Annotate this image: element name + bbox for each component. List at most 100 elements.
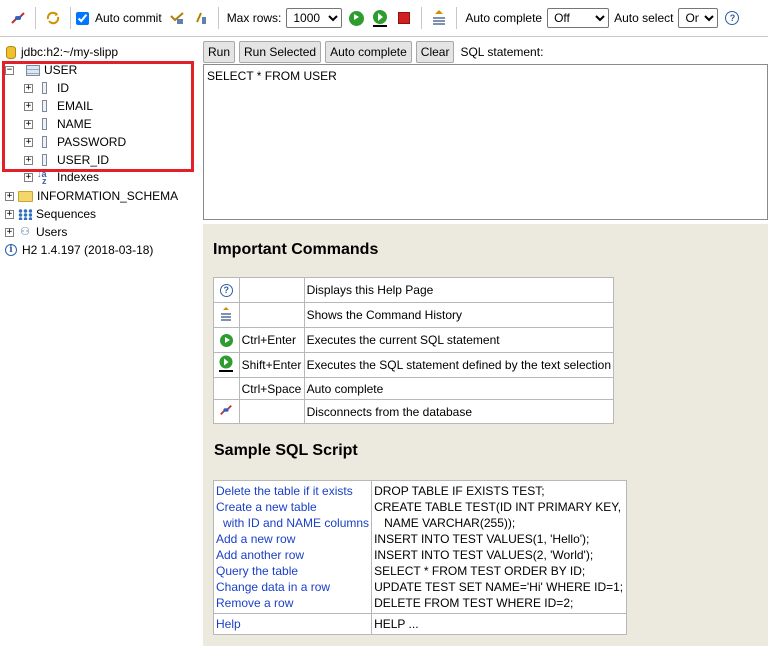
toolbar-divider xyxy=(456,7,458,29)
column-icon xyxy=(42,82,47,94)
version-label: H2 1.4.197 (2018-03-18) xyxy=(22,243,154,257)
users-icon: ⚇ xyxy=(20,225,30,238)
commit-icon[interactable] xyxy=(167,8,187,28)
run-selected-icon xyxy=(213,352,240,378)
schema-tree: jdbc:h2:~/my-slipp − USER + ID + EMAIL +… xyxy=(0,37,200,646)
info-icon: i xyxy=(5,244,17,256)
tree-schema[interactable]: + INFORMATION_SCHEMA xyxy=(5,187,178,205)
auto-select-select[interactable]: On xyxy=(678,8,719,28)
sample-link[interactable]: Add a new row xyxy=(216,531,369,547)
tree-sequences[interactable]: + Sequences xyxy=(5,205,96,223)
tree-column[interactable]: + USER_ID xyxy=(24,151,109,169)
auto-complete-button[interactable]: Auto complete xyxy=(325,41,412,63)
sample-link[interactable]: Remove a row xyxy=(216,595,369,611)
expand-icon[interactable]: + xyxy=(24,155,33,165)
expand-icon[interactable]: + xyxy=(24,83,33,93)
table-icon xyxy=(26,64,40,76)
sample-link[interactable]: Delete the table if it exists xyxy=(216,483,369,499)
sample-sql: DROP TABLE IF EXISTS TEST; CREATE TABLE … xyxy=(371,480,627,614)
run-button[interactable]: Run xyxy=(203,41,236,63)
command-desc: Executes the SQL statement defined by th… xyxy=(303,352,615,378)
run-selected-button[interactable]: Run Selected xyxy=(239,41,322,63)
tree-column[interactable]: + NAME xyxy=(24,115,92,133)
sql-line: NAME VARCHAR(255)); xyxy=(384,516,516,530)
command-desc: Auto complete xyxy=(303,377,615,400)
sql-editor[interactable]: SELECT * FROM USER xyxy=(203,64,768,220)
tree-column[interactable]: + EMAIL xyxy=(24,97,93,115)
history-icon[interactable] xyxy=(429,8,449,28)
expand-icon[interactable]: + xyxy=(24,137,33,147)
schema-label: INFORMATION_SCHEMA xyxy=(37,189,179,203)
tree-indexes[interactable]: + ↓a z Indexes xyxy=(24,168,99,186)
disconnect-icon xyxy=(213,399,240,424)
tree-users[interactable]: + ⚇ Users xyxy=(5,223,67,241)
collapse-icon[interactable]: − xyxy=(5,65,14,75)
command-key: Ctrl+Enter xyxy=(238,327,305,353)
column-icon xyxy=(42,100,47,112)
sql-button-bar: Run Run Selected Auto complete Clear SQL… xyxy=(203,41,543,63)
column-name: USER_ID xyxy=(57,153,110,167)
sql-statement-label: SQL statement: xyxy=(460,45,544,59)
help-sql: HELP ... xyxy=(371,613,627,635)
tree-column[interactable]: + ID xyxy=(24,79,69,97)
users-label: Users xyxy=(36,225,68,239)
sql-line: CREATE TABLE TEST(ID INT PRIMARY KEY, xyxy=(374,500,622,514)
help-panel: Important Commands ? Displays this Help … xyxy=(203,224,768,646)
help-link-cell: Help xyxy=(212,613,373,635)
clear-button[interactable]: Clear xyxy=(415,41,455,63)
sql-line: UPDATE TEST SET NAME='Hi' WHERE ID=1; xyxy=(374,580,624,594)
help-link[interactable]: Help xyxy=(216,616,369,632)
tree-connection[interactable]: jdbc:h2:~/my-slipp xyxy=(6,43,118,61)
sample-table: Delete the table if it exists Create a n… xyxy=(212,480,627,635)
expand-icon[interactable]: + xyxy=(5,209,14,219)
column-name: PASSWORD xyxy=(57,135,127,149)
max-rows-select[interactable]: 1000 xyxy=(286,8,343,28)
sample-link[interactable]: Create a new table xyxy=(216,499,369,515)
command-key: Shift+Enter xyxy=(238,352,305,378)
sample-links: Delete the table if it exists Create a n… xyxy=(212,480,373,614)
disconnect-icon[interactable] xyxy=(8,8,28,28)
sample-link[interactable]: Query the table xyxy=(216,563,369,579)
expand-icon[interactable]: + xyxy=(24,172,33,182)
column-icon xyxy=(42,136,47,148)
run-selected-icon[interactable] xyxy=(370,8,390,28)
column-name: ID xyxy=(57,81,69,95)
command-desc: Displays this Help Page xyxy=(303,277,615,303)
main-panel: Run Run Selected Auto complete Clear SQL… xyxy=(203,37,768,646)
help-icon: ? xyxy=(213,277,240,303)
help-icon[interactable]: ? xyxy=(722,8,742,28)
sample-link[interactable]: with ID and NAME columns xyxy=(216,515,369,531)
refresh-icon[interactable] xyxy=(43,8,63,28)
indexes-label: Indexes xyxy=(57,170,100,184)
rollback-icon[interactable] xyxy=(191,8,211,28)
toolbar-divider xyxy=(35,7,36,29)
tree-table-user[interactable]: − USER xyxy=(5,61,77,79)
command-desc: Disconnects from the database xyxy=(303,399,615,424)
column-name: EMAIL xyxy=(57,99,94,113)
expand-icon[interactable]: + xyxy=(5,227,14,237)
sql-line: INSERT INTO TEST VALUES(1, 'Hello'); xyxy=(374,532,590,546)
table-row: Disconnects from the database xyxy=(213,399,615,424)
auto-commit-toggle[interactable]: Auto commit xyxy=(76,11,165,25)
expand-icon[interactable]: + xyxy=(24,101,33,111)
expand-icon[interactable]: + xyxy=(24,119,33,129)
tree-column[interactable]: + PASSWORD xyxy=(24,133,126,151)
connection-url: jdbc:h2:~/my-slipp xyxy=(21,45,119,59)
important-commands-title: Important Commands xyxy=(213,241,379,258)
sample-link[interactable]: Change data in a row xyxy=(216,579,369,595)
sample-link[interactable]: Add another row xyxy=(216,547,369,563)
max-rows-label: Max rows: xyxy=(226,11,282,25)
auto-complete-select[interactable]: Off xyxy=(547,8,610,28)
stop-icon[interactable] xyxy=(394,8,414,28)
auto-commit-checkbox[interactable] xyxy=(76,11,89,25)
run-icon[interactable] xyxy=(346,8,366,28)
command-desc: Shows the Command History xyxy=(303,302,615,328)
table-row: Delete the table if it exists Create a n… xyxy=(212,480,627,614)
sample-script-title: Sample SQL Script xyxy=(214,442,358,459)
command-key xyxy=(238,277,305,303)
table-row: Ctrl+Space Auto complete xyxy=(213,377,615,400)
run-icon xyxy=(213,327,240,353)
command-icon-empty xyxy=(213,377,240,400)
auto-commit-label: Auto commit xyxy=(95,11,162,25)
expand-icon[interactable]: + xyxy=(5,191,14,201)
